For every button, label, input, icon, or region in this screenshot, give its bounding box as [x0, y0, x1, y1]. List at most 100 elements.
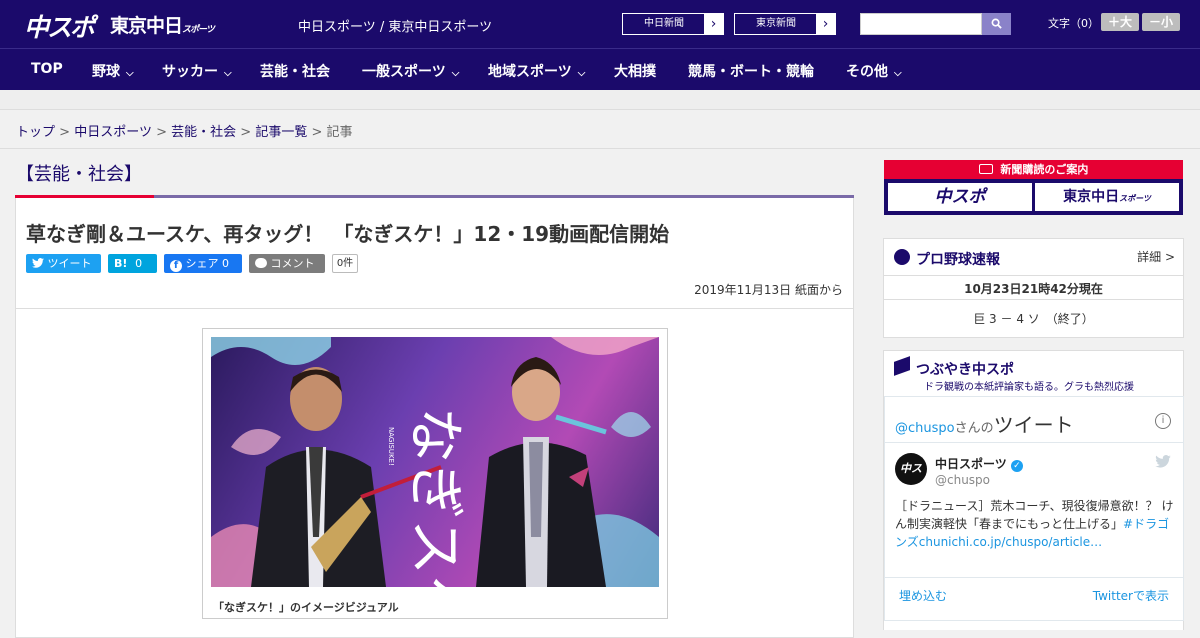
- embed-link[interactable]: 埋め込む: [899, 587, 947, 604]
- nav-label: 芸能・社会: [260, 64, 330, 80]
- breadcrumb-top[interactable]: トップ: [16, 125, 55, 140]
- nav-item-soccer[interactable]: サッカー ⌵: [162, 61, 232, 81]
- chunichi-shimbun-label: 中日新聞: [644, 18, 684, 29]
- nav-label: 一般スポーツ: [362, 64, 446, 80]
- search-button[interactable]: [982, 13, 1011, 35]
- facebook-share-count: 0: [222, 257, 229, 270]
- divider: [16, 308, 853, 309]
- info-icon[interactable]: i: [1155, 413, 1171, 429]
- twitter-bird-icon[interactable]: [1155, 455, 1171, 468]
- tweet-author[interactable]: 中日スポーツ ✓: [935, 455, 1023, 472]
- nav-label: 競馬・ボート・競輪: [688, 64, 814, 80]
- divider: [884, 275, 1183, 276]
- font-size-label: 文字（0）: [1048, 17, 1099, 30]
- breadcrumb-current: 記事: [326, 125, 353, 140]
- article-image[interactable]: なぎスケ NAGISUKE!: [211, 337, 659, 631]
- breadcrumb-separator: >: [59, 125, 71, 140]
- tweet-text: ［ドラニュース］荒木コーチ、現役復帰意欲！？ けん制実演軽快「春までにもっと仕上…: [895, 497, 1175, 551]
- subscription-header-label: 新聞購読のご案内: [1000, 163, 1089, 176]
- image-caption: 「なぎスケ！」のイメージビジュアル: [213, 601, 399, 614]
- ad-band: [0, 90, 1200, 110]
- tokyo-chunichi-logo[interactable]: 東京中日スポーツ: [110, 11, 215, 38]
- nagisuke-visual: なぎスケ NAGISUKE!: [211, 337, 659, 631]
- verified-badge-icon: ✓: [1010, 460, 1023, 472]
- hatena-count: 0: [135, 257, 143, 270]
- article: 草なぎ剛＆ユースケ、再タッグ！ 「なぎスケ！」12・19動画配信開始 ツイート …: [15, 198, 854, 638]
- nav-item-other[interactable]: その他 ⌵: [846, 61, 902, 81]
- nav-item-baseball[interactable]: 野球 ⌵: [92, 61, 134, 81]
- subscription-banner[interactable]: 新聞購読のご案内 中スポ 東京中日スポーツ: [884, 160, 1183, 215]
- tokyo-logo-text: 東京中日: [110, 15, 183, 37]
- breadcrumb: トップ > 中日スポーツ > 芸能・社会 > 記事一覧 > 記事: [16, 121, 353, 140]
- font-increase-button[interactable]: ＋大: [1101, 13, 1139, 31]
- search-input[interactable]: [860, 13, 982, 35]
- nav-item-local-sports[interactable]: 地域スポーツ ⌵: [488, 61, 585, 81]
- chevron-down-icon: ⌵: [451, 68, 460, 79]
- megaphone-icon: [894, 356, 910, 376]
- chevron-down-icon: ⌵: [894, 68, 902, 79]
- facebook-share-label: シェア: [185, 257, 219, 270]
- tweet-button[interactable]: ツイート: [26, 254, 101, 273]
- nav-label: TOP: [31, 61, 63, 77]
- facebook-icon: f: [170, 260, 182, 272]
- comment-count: 0件: [332, 254, 358, 273]
- subscribe-tokyo-label: 東京中日: [1063, 189, 1120, 205]
- nav-item-entertainment[interactable]: 芸能・社会: [260, 61, 330, 81]
- nav-label: その他: [846, 64, 888, 80]
- newspaper-icon: [978, 164, 993, 174]
- subscription-header: 新聞購読のご案内: [884, 160, 1183, 179]
- chevron-down-icon: ⌵: [577, 68, 586, 79]
- tokyo-logo-small: スポーツ: [182, 25, 215, 35]
- baseball-detail-link[interactable]: 詳細 >: [1137, 248, 1175, 265]
- font-decrease-button[interactable]: －小: [1142, 13, 1180, 31]
- article-figure: なぎスケ NAGISUKE! 「なぎスケ！」のイメージビジュアル: [202, 328, 668, 631]
- chuspo-logo[interactable]: 中スポ: [24, 8, 95, 44]
- chunichi-shimbun-button[interactable]: 中日新聞 ›: [622, 13, 724, 35]
- nav-item-racing[interactable]: 競馬・ボート・競輪: [688, 61, 814, 81]
- hatena-button[interactable]: B! 0: [108, 254, 157, 273]
- view-on-twitter-link[interactable]: Twitterで表示: [1093, 587, 1169, 604]
- nav-item-top[interactable]: TOP: [31, 61, 63, 77]
- baseball-box-title: プロ野球速報: [916, 252, 1000, 268]
- subscribe-chuspo-button[interactable]: 中スポ: [888, 183, 1032, 211]
- article-date: 2019年11月13日 紙面から: [694, 283, 843, 297]
- facebook-share-button[interactable]: f シェア 0: [164, 254, 242, 273]
- nav-item-sumo[interactable]: 大相撲: [614, 61, 656, 81]
- tweet-avatar[interactable]: 中ス: [895, 453, 927, 485]
- twitter-timeline: @chuspoさんのツイート i 中ス 中日スポーツ ✓ @chuspo ［ドラ…: [884, 396, 1184, 621]
- breadcrumb-entertainment[interactable]: 芸能・社会: [171, 125, 236, 140]
- nav-label: サッカー: [162, 64, 218, 80]
- score-timestamp: 10月23日21時42分現在: [964, 282, 1103, 296]
- breadcrumb-separator: >: [240, 125, 252, 140]
- divider: [884, 299, 1183, 300]
- game-score[interactable]: 巨 3 － 4 ソ （終了）: [884, 310, 1183, 327]
- tweet-author-handle[interactable]: @chuspo: [935, 473, 990, 487]
- image-subtitle: NAGISUKE!: [387, 427, 395, 466]
- tweets-box-title: つぶやき中スポ: [916, 362, 1014, 378]
- chevron-right-icon: ›: [704, 14, 723, 34]
- image-title: なぎスケ: [402, 407, 467, 587]
- nav-label: 地域スポーツ: [488, 64, 572, 80]
- article-headline: 草なぎ剛＆ユースケ、再タッグ！ 「なぎスケ！」12・19動画配信開始: [26, 222, 670, 246]
- divider: [885, 577, 1183, 578]
- tokyo-shimbun-button[interactable]: 東京新聞 ›: [734, 13, 836, 35]
- breadcrumb-separator: >: [156, 125, 167, 140]
- hatena-label: B!: [114, 257, 128, 270]
- tweets-box-subtitle: ドラ観戦の本紙評論家も語る。グラも熱烈応援: [924, 382, 1134, 393]
- comment-label: コメント: [270, 257, 315, 270]
- breadcrumb-chunichi-sports[interactable]: 中日スポーツ: [74, 125, 152, 140]
- divider: [0, 148, 1200, 149]
- timeline-handle: @chuspo: [895, 421, 955, 436]
- breadcrumb-article-list[interactable]: 記事一覧: [255, 125, 307, 140]
- timeline-header-label: ツイート: [993, 413, 1074, 437]
- comment-button[interactable]: コメント: [249, 254, 325, 273]
- baseball-icon: [894, 249, 910, 265]
- site-links[interactable]: 中日スポーツ / 東京中日スポーツ: [298, 16, 492, 35]
- chevron-down-icon: ⌵: [224, 68, 232, 79]
- section-title: 【芸能・社会】: [16, 164, 142, 185]
- subscribe-tokyo-chunichi-button[interactable]: 東京中日スポーツ: [1035, 183, 1179, 211]
- chevron-down-icon: ⌵: [126, 68, 134, 79]
- timeline-header[interactable]: @chuspoさんのツイート: [895, 409, 1074, 438]
- timeline-header-suffix: さんの: [954, 421, 994, 436]
- nav-item-general-sports[interactable]: 一般スポーツ ⌵: [362, 61, 459, 81]
